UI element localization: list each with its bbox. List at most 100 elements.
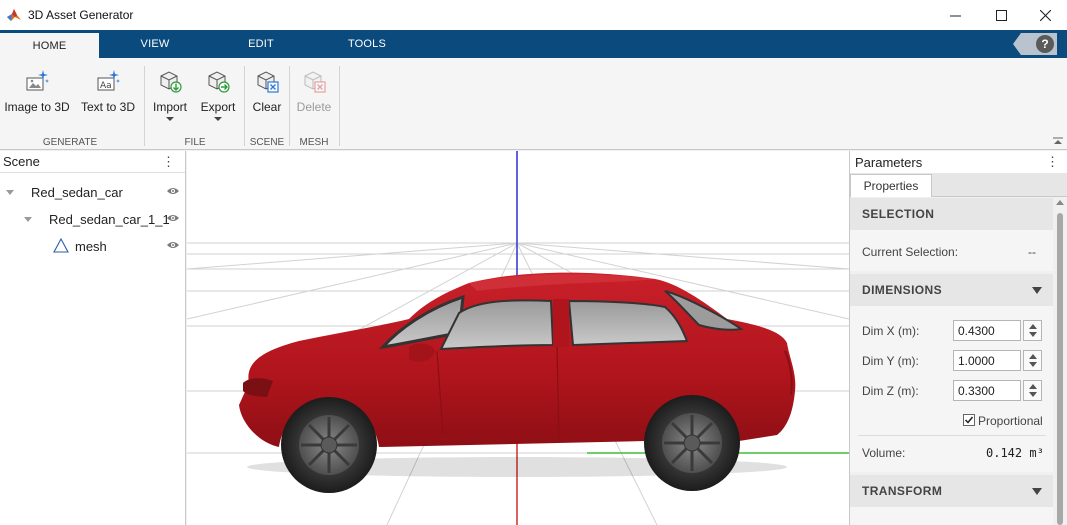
ribbon-tab-bar: HOME VIEW EDIT TOOLS ? bbox=[0, 30, 1067, 58]
collapse-transform-icon[interactable] bbox=[1032, 488, 1042, 495]
tab-edit[interactable]: EDIT bbox=[226, 30, 296, 58]
tree-expand-icon[interactable] bbox=[6, 190, 14, 195]
maximize-button[interactable] bbox=[978, 0, 1024, 30]
import-label: Import bbox=[152, 100, 187, 114]
tab-properties[interactable]: Properties bbox=[850, 174, 932, 197]
proportional-label: Proportional bbox=[978, 414, 1043, 428]
tab-view[interactable]: VIEW bbox=[120, 30, 190, 58]
visibility-eye-icon[interactable] bbox=[166, 186, 180, 196]
minimize-button[interactable] bbox=[932, 0, 978, 30]
tab-home[interactable]: HOME bbox=[0, 33, 99, 58]
text-to-3d-button[interactable]: Aa Text to 3D bbox=[76, 66, 140, 114]
delete-button[interactable]: Delete bbox=[291, 66, 337, 114]
text-to-3d-label: Text to 3D bbox=[80, 100, 136, 114]
current-selection-label: Current Selection: bbox=[862, 245, 959, 259]
3d-viewport[interactable] bbox=[187, 151, 849, 525]
generate-group: Image to 3D Aa Text to 3D GENERATE bbox=[0, 66, 140, 150]
parameters-tab-bar: Properties bbox=[850, 173, 1067, 197]
file-group: Import Export FILE bbox=[146, 66, 244, 150]
front-wheel bbox=[281, 397, 377, 493]
scroll-up-icon[interactable] bbox=[1056, 200, 1064, 205]
red-sedan-car-model bbox=[239, 272, 796, 493]
transform-section-header[interactable]: TRANSFORM bbox=[850, 475, 1054, 507]
dimensions-section-title: DIMENSIONS bbox=[862, 283, 943, 297]
visibility-eye-icon[interactable] bbox=[166, 240, 180, 250]
selection-section-body: Current Selection: -- bbox=[850, 230, 1054, 271]
import-icon bbox=[160, 71, 182, 93]
export-dropdown-icon[interactable] bbox=[214, 117, 222, 121]
collapse-dimensions-icon[interactable] bbox=[1032, 287, 1042, 294]
volume-value: 0.142 m³ bbox=[986, 446, 1044, 460]
group-divider bbox=[144, 66, 145, 146]
dim-y-input[interactable]: 1.0000 bbox=[953, 350, 1021, 371]
dim-z-label: Dim Z (m): bbox=[862, 384, 919, 398]
dimensions-section-body: Dim X (m): 0.4300 Dim Y (m): 1.0000 Dim … bbox=[850, 306, 1054, 472]
toolstrip: Image to 3D Aa Text to 3D GENERATE Impor… bbox=[0, 58, 1067, 150]
file-group-label: FILE bbox=[184, 137, 206, 148]
text-sparkle-icon: Aa bbox=[97, 70, 120, 91]
viewport-canvas bbox=[187, 151, 849, 525]
minimize-icon bbox=[949, 15, 961, 16]
image-to-3d-button[interactable]: Image to 3D bbox=[3, 66, 71, 114]
divider bbox=[858, 435, 1046, 436]
mesh-group: Delete MESH bbox=[291, 66, 337, 150]
export-icon bbox=[208, 71, 230, 93]
group-divider bbox=[289, 66, 290, 146]
app-window: 3D Asset Generator HOME VIEW EDIT TOOLS … bbox=[0, 0, 1067, 525]
dim-x-stepper[interactable] bbox=[1023, 320, 1042, 341]
group-divider bbox=[244, 66, 245, 146]
tree-item-red-sedan-car-1-1[interactable]: Red_sedan_car_1_1 bbox=[0, 208, 186, 230]
tree-item-red-sedan-car[interactable]: Red_sedan_car bbox=[0, 181, 186, 203]
group-divider bbox=[339, 66, 340, 146]
parameters-panel-title: Parameters bbox=[855, 154, 923, 170]
parameters-scrollbar[interactable] bbox=[1053, 197, 1067, 525]
selection-section-header: SELECTION bbox=[850, 198, 1054, 230]
dim-x-input[interactable]: 0.4300 bbox=[953, 320, 1021, 341]
checkmark-icon bbox=[964, 416, 974, 424]
volume-label: Volume: bbox=[862, 446, 906, 460]
tree-expand-icon[interactable] bbox=[24, 217, 32, 222]
parameters-panel: Parameters ⋮ Properties SELECTION Curren… bbox=[849, 151, 1067, 525]
help-button[interactable]: ? bbox=[1036, 35, 1054, 53]
tree-item-label: mesh bbox=[75, 239, 107, 254]
tree-item-label: Red_sedan_car_1_1 bbox=[49, 212, 170, 227]
parameters-panel-menu-icon[interactable]: ⋮ bbox=[1046, 155, 1059, 168]
export-button[interactable]: Export bbox=[196, 66, 240, 121]
proportional-checkbox[interactable] bbox=[963, 414, 975, 426]
dim-x-label: Dim X (m): bbox=[862, 324, 920, 338]
image-sparkle-icon bbox=[26, 70, 49, 91]
import-button[interactable]: Import bbox=[148, 66, 192, 121]
help-area: ? bbox=[1013, 33, 1057, 55]
tab-tools[interactable]: TOOLS bbox=[332, 30, 402, 58]
scene-panel: Scene ⋮ Red_sedan_car Red_sedan_car_1_1 … bbox=[0, 151, 186, 525]
scrollbar-thumb[interactable] bbox=[1057, 213, 1063, 525]
close-icon bbox=[1039, 9, 1051, 21]
mesh-triangle-icon bbox=[53, 238, 69, 253]
tree-item-label: Red_sedan_car bbox=[31, 185, 123, 200]
clear-button[interactable]: Clear bbox=[246, 66, 288, 114]
dim-y-stepper[interactable] bbox=[1023, 350, 1042, 371]
title-bar: 3D Asset Generator bbox=[0, 0, 1067, 30]
maximize-icon bbox=[995, 9, 1007, 21]
parameters-panel-header: Parameters ⋮ bbox=[850, 151, 1067, 173]
delete-label: Delete bbox=[296, 100, 332, 114]
scene-panel-title: Scene bbox=[3, 154, 40, 169]
transform-section-body bbox=[850, 507, 1054, 525]
visibility-eye-icon[interactable] bbox=[166, 213, 180, 223]
image-to-3d-label: Image to 3D bbox=[4, 100, 70, 114]
rear-wheel bbox=[644, 395, 740, 491]
clear-scene-icon bbox=[257, 71, 279, 93]
collapse-toolstrip-icon[interactable] bbox=[1053, 137, 1063, 145]
close-button[interactable] bbox=[1022, 0, 1067, 30]
scene-panel-menu-icon[interactable]: ⋮ bbox=[162, 155, 175, 168]
clear-label: Clear bbox=[252, 100, 282, 114]
import-dropdown-icon[interactable] bbox=[166, 117, 174, 121]
dimensions-section-header[interactable]: DIMENSIONS bbox=[850, 274, 1054, 306]
dim-y-label: Dim Y (m): bbox=[862, 354, 919, 368]
matlab-logo-icon bbox=[7, 9, 21, 21]
tree-item-mesh[interactable]: mesh bbox=[0, 235, 186, 257]
dim-z-input[interactable]: 0.3300 bbox=[953, 380, 1021, 401]
dim-z-stepper[interactable] bbox=[1023, 380, 1042, 401]
selection-section-title: SELECTION bbox=[862, 207, 935, 221]
generate-group-label: GENERATE bbox=[42, 137, 98, 148]
